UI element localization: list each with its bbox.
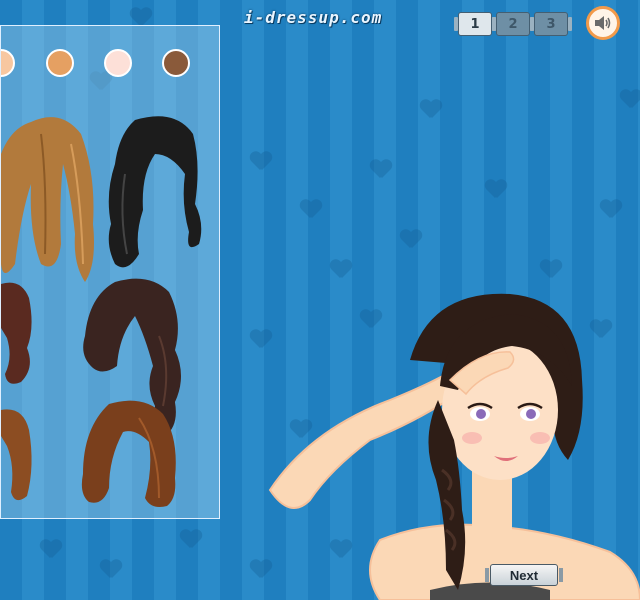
next-button[interactable]: Next xyxy=(485,564,563,586)
page-2-button[interactable]: 2 xyxy=(492,12,534,36)
hair-option-light-brown[interactable] xyxy=(1,114,101,286)
sound-toggle-button[interactable] xyxy=(586,6,620,40)
skin-tone-brown-swatch[interactable] xyxy=(162,49,190,77)
page-1-button[interactable]: 1 xyxy=(454,12,496,36)
site-logo[interactable]: i-dressup.com xyxy=(244,8,419,28)
page-selector: 1 2 3 xyxy=(454,12,572,36)
speaker-icon xyxy=(595,16,611,30)
hair-option-auburn-side[interactable] xyxy=(1,278,41,388)
doll-model xyxy=(268,293,640,600)
hair-option-chestnut-bob[interactable] xyxy=(79,398,183,510)
hair-option-copper[interactable] xyxy=(1,406,35,506)
skin-tone-tan-swatch[interactable] xyxy=(46,49,74,77)
wardrobe-panel xyxy=(0,25,220,519)
hair-option-black-wavy[interactable] xyxy=(105,114,209,274)
page-3-button[interactable]: 3 xyxy=(530,12,572,36)
skin-tone-pink-swatch[interactable] xyxy=(104,49,132,77)
skin-tone-light-swatch[interactable] xyxy=(1,49,15,77)
